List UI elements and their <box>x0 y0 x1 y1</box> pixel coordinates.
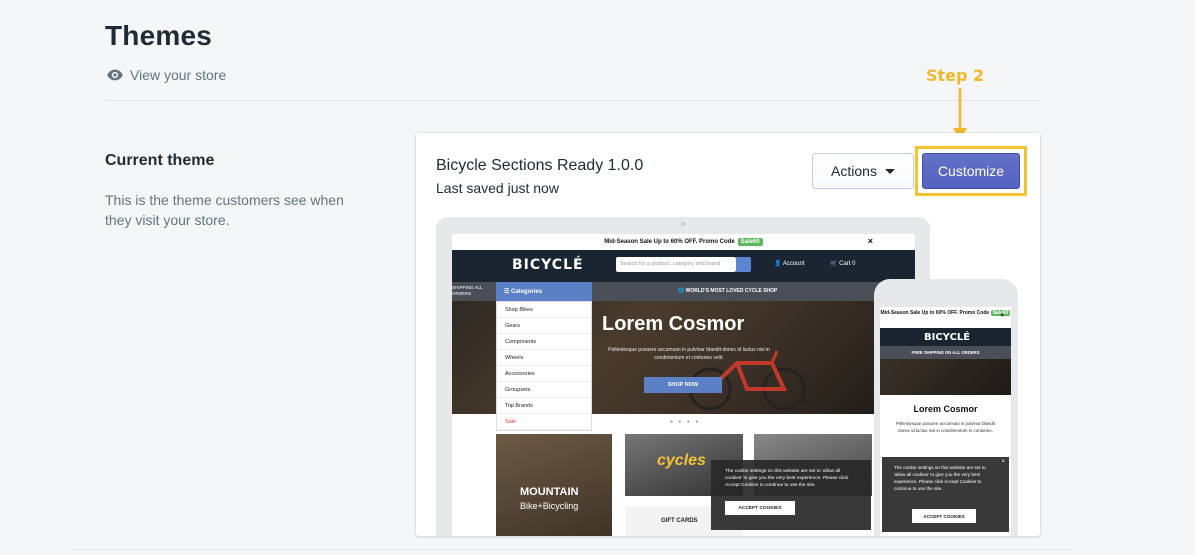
category-item: Top Brands <box>497 398 591 414</box>
accept-cookies-button: ACCEPT COOKIES <box>725 501 795 515</box>
category-item: Shop Bikes <box>497 302 591 318</box>
step-annotation-label: Step 2 <box>926 66 985 85</box>
category-dropdown: Shop Bikes Gears Components Wheels Acces… <box>496 301 592 431</box>
desktop-preview-frame: Mid-Season Sale Up to 60% OFF. Promo Cod… <box>436 217 930 536</box>
view-store-label: View your store <box>130 67 227 83</box>
current-theme-heading: Current theme <box>105 152 215 169</box>
page-title: Themes <box>105 20 213 51</box>
mobile-cookie-text: The cookie settings on this website are … <box>894 465 986 491</box>
current-theme-card: Bicycle Sections Ready 1.0.0 Last saved … <box>416 133 1040 536</box>
customize-button[interactable]: Customize <box>922 153 1020 189</box>
themes-page: Themes View your store Current theme Thi… <box>0 0 1195 555</box>
caret-down-icon <box>884 168 895 174</box>
hero-title: Lorem Cosmor <box>602 313 745 335</box>
shipping-note: SHIPPING ALL ORDERS <box>452 285 483 296</box>
promo-bar: Mid-Season Sale Up to 60% OFF. Promo Cod… <box>452 234 915 250</box>
gift-cards-text: GIFT CARDS <box>661 518 698 524</box>
account-label: Account <box>782 261 805 267</box>
view-store-link[interactable]: View your store <box>106 66 226 84</box>
actions-label: Actions <box>831 163 877 179</box>
close-icon: × <box>1000 313 1004 319</box>
cart-label: Cart <box>839 261 851 267</box>
mobile-store-logo: BICYCLÉ <box>924 332 971 343</box>
promo-code-badge: Sale60 <box>737 238 763 246</box>
theme-saved-status: Last saved just now <box>436 180 559 196</box>
category-item: Gears <box>497 318 591 334</box>
cookie-text: The cookie settings on this website are … <box>725 469 849 488</box>
step-highlight-box: Customize <box>915 146 1027 196</box>
category-item-sale: Sale <box>497 414 591 430</box>
close-icon: × <box>1001 459 1005 465</box>
hero-subtitle: Pellentesque posuere accumsan in pulvina… <box>608 347 770 361</box>
mobile-promo-bar: Mid-Season Sale Up to 60% OFF. Promo Cod… <box>880 307 1011 328</box>
store-tagline: 🌐 WORLD'S MOST LOVED CYCLE SHOP <box>678 288 778 294</box>
mountain-tile-title: MOUNTAIN <box>520 486 579 498</box>
mobile-hero-subtitle: Pellentesque posuere accumsan in pulvina… <box>895 421 996 433</box>
shop-now-button: SHOP NOW <box>644 377 722 393</box>
mobile-promo-text: Mid-Season Sale Up to 60% OFF. Promo Cod… <box>880 310 990 316</box>
camera-dot <box>681 222 685 226</box>
cycles-tile-text: cycles <box>657 452 706 469</box>
cookie-banner: The cookie settings on this website are … <box>711 460 871 530</box>
close-icon: × <box>867 236 873 246</box>
footer-divider <box>72 549 1072 550</box>
cart-count: 0 <box>852 261 856 267</box>
mountain-tile-subtitle: Bike+Bicycling <box>520 501 579 511</box>
categories-label: Categories <box>511 289 543 295</box>
categories-menu-button: ☰ Categories <box>496 282 592 301</box>
mountain-tile: MOUNTAIN Bike+Bicycling <box>496 434 612 536</box>
mobile-hero-image <box>880 359 1011 395</box>
promo-text: Mid-Season Sale Up to 60% OFF. Promo Cod… <box>604 239 735 245</box>
category-item: Groupsets <box>497 382 591 398</box>
store-search-input: Search for a product, category and brand <box>616 257 736 272</box>
mobile-cookie-banner: × The cookie settings on this website ar… <box>882 457 1009 532</box>
actions-button[interactable]: Actions <box>812 153 914 189</box>
mobile-hero-title: Lorem Cosmor <box>913 404 978 414</box>
header-divider <box>105 100 1040 101</box>
category-item: Components <box>497 334 591 350</box>
cart-link: 🛒 Cart 0 <box>830 261 856 267</box>
mobile-free-shipping: FREE SHIPPING ON ALL ORDERS <box>880 346 1011 359</box>
mobile-preview-screen[interactable]: Mid-Season Sale Up to 60% OFF. Promo Cod… <box>880 307 1011 536</box>
store-header: BICYCLÉ Search for a product, category a… <box>452 250 915 282</box>
category-item: Wheels <box>497 350 591 366</box>
mobile-store-header: BICYCLÉ <box>880 328 1011 346</box>
account-link: 👤 Account <box>774 261 805 267</box>
store-logo: BICYCLÉ <box>512 257 584 273</box>
tagline-text: WORLD'S MOST LOVED CYCLE SHOP <box>685 288 778 294</box>
desktop-preview-screen[interactable]: Mid-Season Sale Up to 60% OFF. Promo Cod… <box>452 234 915 536</box>
category-item: Accessories <box>497 366 591 382</box>
slider-dots: ● ● ● ● <box>670 419 701 425</box>
mobile-accept-cookies-button: ACCEPT COOKIES <box>912 509 976 523</box>
eye-icon <box>107 69 123 81</box>
mobile-preview-frame: Mid-Season Sale Up to 60% OFF. Promo Cod… <box>874 279 1018 536</box>
search-icon <box>736 257 751 272</box>
theme-name: Bicycle Sections Ready 1.0.0 <box>436 157 644 174</box>
store-nav: SHIPPING ALL ORDERS ☰ Categories 🌐 WORLD… <box>452 282 915 301</box>
current-theme-description: This is the theme customers see when the… <box>105 192 344 228</box>
